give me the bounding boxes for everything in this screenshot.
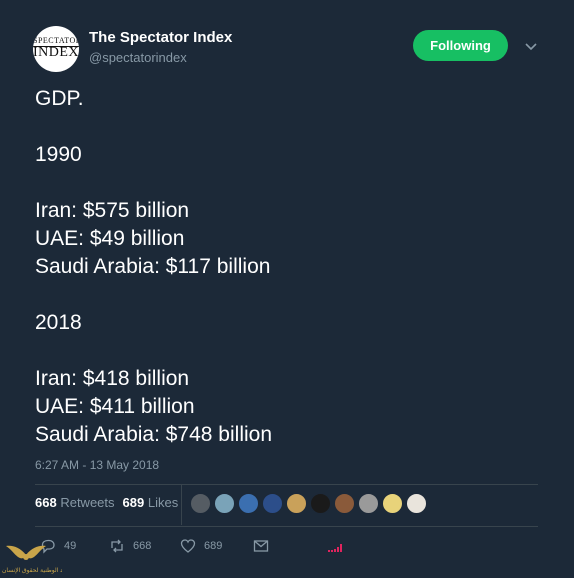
display-name[interactable]: The Spectator Index — [89, 29, 232, 46]
tweet-timestamp[interactable]: 6:27 AM - 13 May 2018 — [35, 458, 159, 472]
profile-avatar[interactable]: SPECTATOR INDEX — [33, 26, 79, 72]
likes-stat[interactable]: 689 Likes — [123, 495, 179, 510]
tweet-text: GDP. 1990 Iran: $575 billion UAE: $49 bi… — [35, 87, 273, 446]
retweets-count: 668 — [35, 495, 57, 510]
retweets-label: Retweets — [60, 495, 115, 510]
following-button[interactable]: Following — [413, 30, 508, 61]
envelope-icon — [253, 540, 269, 552]
liker-avatar[interactable] — [406, 493, 427, 514]
reply-count: 49 — [64, 540, 77, 552]
likes-count: 689 — [122, 495, 145, 510]
retweets-stat[interactable]: 668 Retweets — [35, 495, 115, 510]
watermark-text: البلاد الوطنية لحقوق الإنسان — [2, 568, 62, 574]
divider-top — [35, 484, 538, 485]
analytics-button[interactable] — [327, 538, 343, 554]
heart-icon — [180, 539, 196, 553]
tweet-actions: 49 668 689 — [0, 538, 574, 560]
liker-avatars — [190, 493, 427, 514]
liker-avatar[interactable] — [214, 493, 235, 514]
chevron-down-icon[interactable] — [524, 39, 538, 53]
avatar-logo-main: INDEX — [33, 45, 79, 60]
retweet-count: 668 — [133, 540, 152, 552]
retweet-button[interactable]: 668 — [109, 538, 151, 554]
user-handle[interactable]: @spectatorindex — [89, 50, 187, 65]
liker-avatar[interactable] — [286, 493, 307, 514]
retweet-icon — [111, 539, 123, 553]
direct-message-button[interactable] — [253, 538, 269, 554]
liker-avatar[interactable] — [310, 493, 331, 514]
liker-avatar[interactable] — [190, 493, 211, 514]
likes-label: Likes — [147, 495, 179, 510]
liker-avatar[interactable] — [262, 493, 283, 514]
like-count: 689 — [204, 540, 223, 552]
engagement-stats: 668 Retweets 689 Likes — [35, 495, 178, 510]
stats-separator — [181, 485, 182, 525]
liker-avatar[interactable] — [334, 493, 355, 514]
analytics-icon — [328, 544, 342, 552]
liker-avatar[interactable] — [358, 493, 379, 514]
liker-avatar[interactable] — [238, 493, 259, 514]
like-button[interactable]: 689 — [180, 538, 222, 554]
divider-bottom — [35, 526, 538, 527]
liker-avatar[interactable] — [382, 493, 403, 514]
